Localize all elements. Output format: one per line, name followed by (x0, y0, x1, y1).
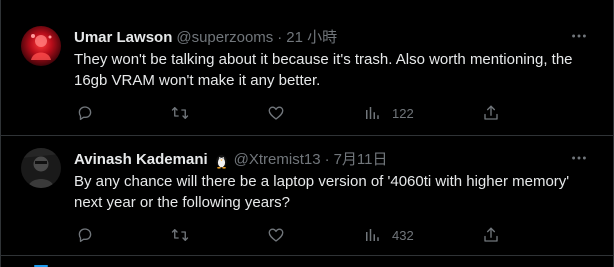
views-bar-chart-icon (366, 107, 379, 119)
tweet-actions: 122 (74, 103, 514, 123)
views-bar-chart-icon (366, 229, 379, 241)
share-icon (484, 105, 498, 120)
share-button[interactable] (482, 103, 500, 123)
penguin-emoji-icon (213, 152, 230, 169)
tweet-text: By any chance will there be a laptop ver… (74, 173, 574, 211)
tweet-timestamp[interactable]: 21 小時 (286, 28, 337, 48)
share-icon (484, 227, 498, 242)
more-options-button[interactable] (569, 26, 589, 46)
avatar[interactable] (21, 26, 61, 66)
more-options-button[interactable] (569, 148, 589, 168)
next-tweet-partial[interactable] (1, 257, 613, 267)
heart-icon (268, 106, 284, 120)
avatar[interactable] (21, 148, 61, 188)
reply-tweet[interactable]: Umar Lawson @superzooms · 21 小時 They won… (1, 14, 613, 136)
author-handle[interactable]: @superzooms (176, 28, 273, 48)
tweet-actions: 432 (74, 225, 514, 245)
heart-icon (268, 228, 284, 242)
tweet-header: Umar Lawson @superzooms · 21 小時 (74, 28, 565, 48)
tweet-text: They won't be talking about it because i… (74, 51, 577, 89)
views-count: 432 (392, 227, 414, 243)
reply-tweet[interactable]: Avinash Kademani @Xtremist13 · 7月11日 By … (1, 136, 613, 256)
like-button[interactable] (267, 225, 296, 245)
retweet-button[interactable] (171, 225, 200, 245)
reply-icon (78, 228, 92, 243)
views-button[interactable]: 432 (363, 225, 414, 245)
views-count: 122 (392, 105, 414, 121)
more-horizontal-icon (572, 156, 586, 160)
header-separator: · (277, 29, 283, 46)
tweet-header: Avinash Kademani @Xtremist13 · 7月11日 (74, 150, 565, 170)
red-figure-avatar-icon (21, 26, 61, 66)
reply-icon (78, 106, 92, 121)
retweet-icon (171, 229, 189, 241)
retweet-button[interactable] (171, 103, 200, 123)
header-separator: · (324, 151, 330, 168)
share-button[interactable] (482, 225, 500, 245)
like-button[interactable] (267, 103, 296, 123)
reply-button[interactable] (76, 225, 105, 245)
reply-button[interactable] (76, 103, 105, 123)
retweet-icon (171, 107, 189, 119)
more-horizontal-icon (572, 34, 586, 38)
author-name[interactable]: Avinash Kademani (74, 150, 208, 170)
author-handle[interactable]: @Xtremist13 (234, 150, 321, 170)
dark-portrait-avatar-icon (21, 148, 61, 188)
author-name[interactable]: Umar Lawson (74, 28, 172, 48)
tweet-timestamp[interactable]: 7月11日 (334, 150, 388, 170)
views-button[interactable]: 122 (363, 103, 414, 123)
